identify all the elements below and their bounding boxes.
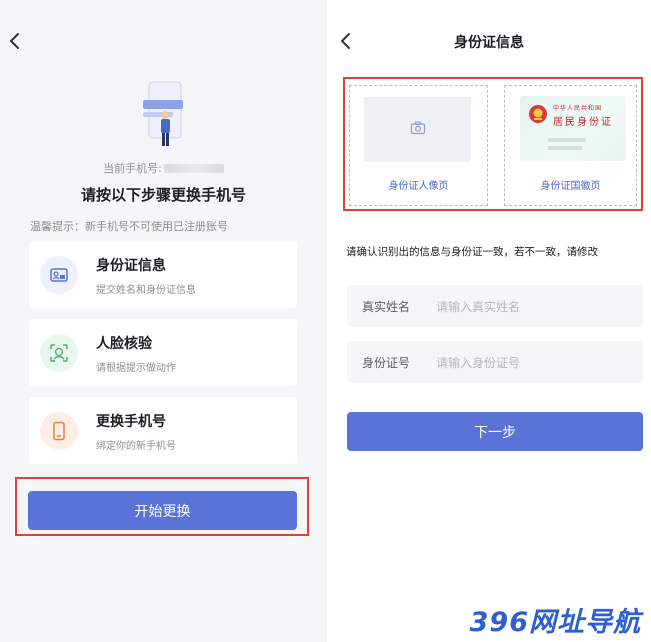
step-subtitle: 请根据提示做动作 <box>96 363 176 374</box>
page-title: 请按以下步骤更换手机号 <box>80 186 246 204</box>
blurred-text <box>548 138 586 142</box>
field-label: 真实姓名 <box>362 300 411 314</box>
phone-icon <box>40 412 78 450</box>
current-phone-label: 当前手机号: <box>103 162 162 175</box>
step-subtitle: 绑定你的新手机号 <box>96 441 176 452</box>
left-screen: 当前手机号: 请按以下步骤更换手机号 温馨提示：新手机号不可使用已注册账号 身份… <box>0 0 327 642</box>
start-change-button[interactable]: 开始更换 <box>28 491 297 530</box>
step-title: 人脸核验 <box>96 336 152 352</box>
masked-phone-number <box>163 164 224 173</box>
phone-illustration-icon <box>135 80 191 150</box>
step-card-change-phone: 更换手机号 绑定你的新手机号 <box>29 397 297 464</box>
camera-icon <box>410 120 426 139</box>
id-front-label: 身份证人像页 <box>388 181 449 192</box>
blurred-text <box>548 146 582 150</box>
id-back-upload[interactable]: 中华人民共和国 居民身份证 身份证国徽页 <box>504 85 637 206</box>
id-number-field[interactable]: 身份证号 请输入身份证号 <box>347 341 643 383</box>
next-step-button[interactable]: 下一步 <box>347 412 643 451</box>
emblem-card-line2: 居民身份证 <box>553 117 613 128</box>
right-screen: 身份证信息 身份证人像页 中华人民共和国 居民身份证 身份证国徽页 请确认识别出… <box>327 0 651 642</box>
current-phone: 当前手机号: <box>0 160 327 176</box>
face-scan-icon <box>40 334 78 372</box>
step-card-face-verify: 人脸核验 请根据提示做动作 <box>29 319 297 386</box>
field-label: 身份证号 <box>362 356 411 370</box>
page-title: 身份证信息 <box>454 35 524 51</box>
warm-tip: 温馨提示：新手机号不可使用已注册账号 <box>30 220 228 233</box>
photo-placeholder <box>364 97 471 162</box>
step-subtitle: 提交姓名和身份证信息 <box>96 285 196 296</box>
real-name-input[interactable]: 请输入真实姓名 <box>436 298 520 315</box>
step-card-id-info: 身份证信息 提交姓名和身份证信息 <box>29 241 297 308</box>
id-back-label: 身份证国徽页 <box>540 181 601 192</box>
step-title: 更换手机号 <box>96 414 166 430</box>
real-name-field[interactable]: 真实姓名 请输入真实姓名 <box>347 285 643 327</box>
back-icon[interactable] <box>6 30 26 52</box>
step-title: 身份证信息 <box>96 258 166 274</box>
emblem-card-line1: 中华人民共和国 <box>553 105 603 112</box>
confirm-hint: 请确认识别出的信息与身份证一致，若不一致，请修改 <box>346 246 598 258</box>
watermark-logo: 396网址导航 <box>469 607 641 638</box>
national-emblem-icon <box>528 104 548 124</box>
id-front-upload[interactable]: 身份证人像页 <box>349 85 488 206</box>
id-card-emblem-sample: 中华人民共和国 居民身份证 <box>520 96 626 161</box>
id-number-input[interactable]: 请输入身份证号 <box>436 354 520 371</box>
id-card-icon <box>40 256 78 294</box>
